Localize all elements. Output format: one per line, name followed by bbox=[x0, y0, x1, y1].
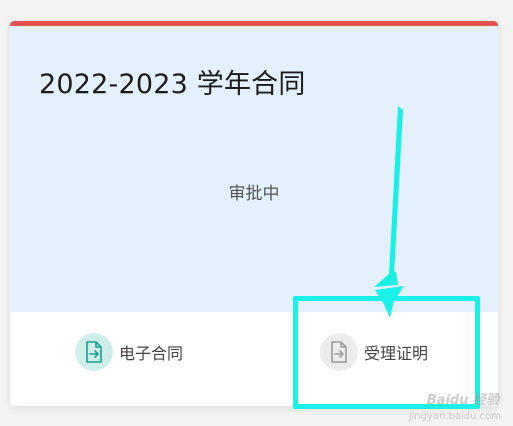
card-title: 2022-2023 学年合同 bbox=[39, 69, 306, 100]
electronic-contract-button[interactable]: 电子合同 bbox=[75, 332, 183, 372]
status-text: 审批中 bbox=[228, 184, 280, 204]
watermark-logo: Baidu 经验 bbox=[426, 393, 499, 408]
electronic-contract-label: 电子合同 bbox=[119, 344, 184, 363]
document-arrow-icon bbox=[75, 333, 113, 371]
watermark-url: jingyan.baidu.com bbox=[408, 411, 501, 422]
card-header: 2022-2023 学年合同 审批中 bbox=[10, 26, 498, 312]
